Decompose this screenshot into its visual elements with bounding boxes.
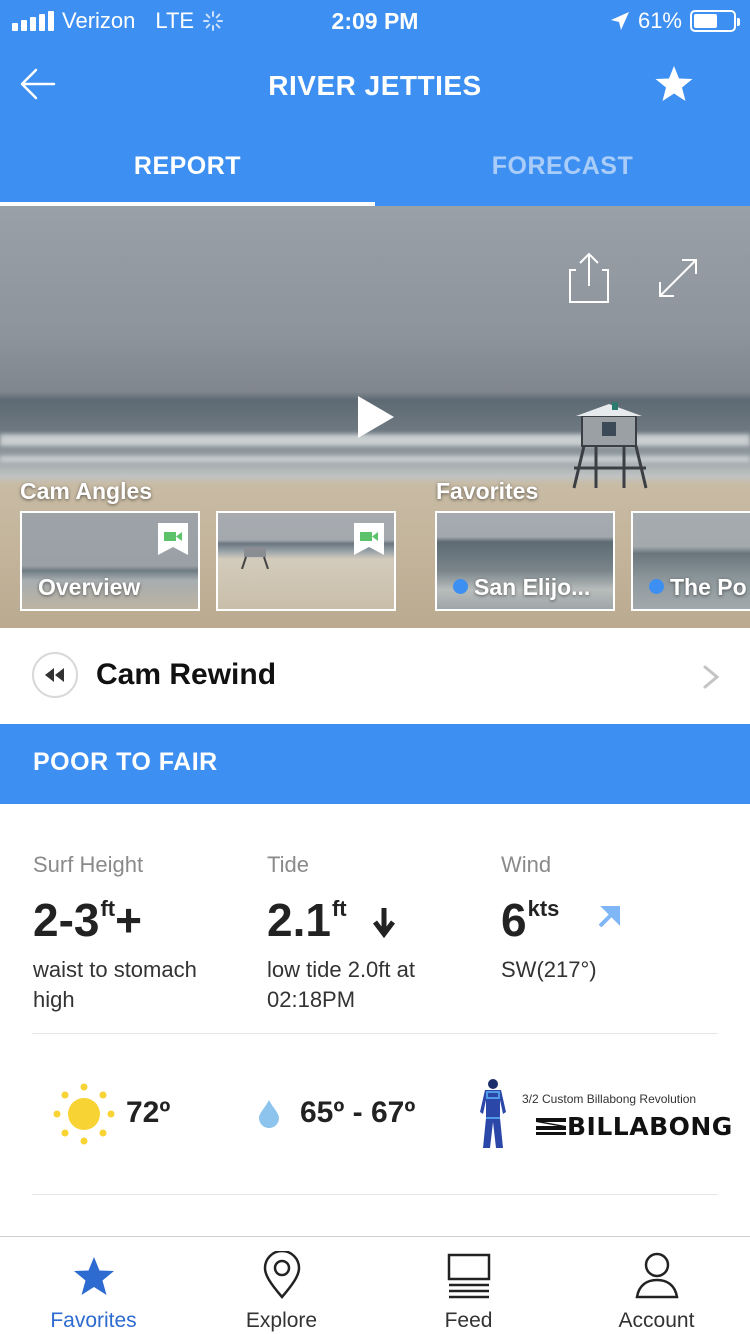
favorite-name-text: The Po bbox=[670, 574, 747, 600]
tabbar-feed[interactable]: Feed bbox=[375, 1237, 562, 1334]
tabbar-explore[interactable]: Explore bbox=[188, 1237, 375, 1334]
favorite-name-text: San Elijo... bbox=[474, 574, 591, 600]
nav-bar: RIVER JETTIES bbox=[0, 56, 750, 116]
divider bbox=[32, 1033, 718, 1034]
tide-unit: ft bbox=[331, 896, 347, 921]
divider bbox=[32, 1194, 718, 1195]
brand-text: BILLABONG bbox=[567, 1112, 733, 1141]
map-pin-icon bbox=[263, 1251, 301, 1299]
wind-stat: Wind 6kts SW(217°) bbox=[501, 852, 731, 985]
user-icon bbox=[635, 1252, 679, 1299]
surf-height-stat: Surf Height 2-3ft+ waist to stomach high bbox=[33, 852, 263, 1015]
surf-height-unit: ft bbox=[100, 896, 116, 921]
cam-angle-thumb-beach[interactable] bbox=[216, 511, 396, 611]
rewind-button[interactable] bbox=[32, 652, 78, 698]
lifeguard-tower bbox=[241, 547, 269, 569]
header: Verizon LTE 2:09 PM 61% RIVER JETTIES RE… bbox=[0, 0, 750, 206]
rewind-icon bbox=[45, 668, 64, 682]
wetsuit-icon[interactable] bbox=[472, 1078, 514, 1150]
surf-height-suffix: + bbox=[115, 894, 143, 946]
wind-unit: kts bbox=[527, 896, 560, 921]
favorite-name: San Elijo... bbox=[453, 574, 590, 601]
wind-desc: SW(217°) bbox=[501, 957, 597, 982]
water-drop-icon bbox=[259, 1100, 279, 1128]
cam-angle-thumb-overview[interactable]: Overview bbox=[20, 511, 200, 611]
favorite-name: The Po bbox=[649, 574, 747, 601]
weather-row: 72º 65º - 67º 3/2 Custom Billabong Revol… bbox=[0, 1036, 750, 1196]
cam-angle-name: Overview bbox=[38, 574, 141, 600]
wind-number: 6 bbox=[501, 894, 527, 946]
favorite-thumb-the-pointe[interactable]: The Po bbox=[631, 511, 750, 611]
favorites-label: Favorites bbox=[436, 478, 539, 504]
star-icon[interactable] bbox=[654, 64, 694, 104]
star-icon bbox=[74, 1257, 114, 1295]
wind-label: Wind bbox=[501, 852, 552, 877]
tide-stat: Tide 2.1ft low tide 2.0ft at 02:18PM bbox=[267, 852, 497, 1015]
battery-icon bbox=[690, 10, 740, 32]
tabbar-account[interactable]: Account bbox=[563, 1237, 750, 1334]
favorite-dot-icon bbox=[649, 579, 664, 594]
page-title: RIVER JETTIES bbox=[268, 70, 482, 101]
surf-height-value: 2-3ft+ bbox=[33, 884, 263, 945]
surf-stats: Surf Height 2-3ft+ waist to stomach high… bbox=[0, 804, 750, 1034]
billabong-mark-icon bbox=[536, 1118, 566, 1135]
camera-icon bbox=[354, 523, 384, 555]
surf-height-number: 2-3 bbox=[33, 894, 100, 946]
arrow-down-icon bbox=[373, 908, 396, 939]
tab-forecast[interactable]: FORECAST bbox=[375, 152, 750, 181]
air-temperature: 72º bbox=[126, 1096, 171, 1129]
tide-label: Tide bbox=[267, 852, 309, 877]
water-temperature: 65º - 67º bbox=[300, 1096, 416, 1129]
wind-arrow-icon bbox=[598, 906, 621, 928]
location-arrow-icon bbox=[610, 12, 629, 30]
condition-banner: POOR TO FAIR bbox=[0, 724, 750, 804]
app-screen: Verizon LTE 2:09 PM 61% RIVER JETTIES RE… bbox=[0, 0, 750, 1334]
surf-height-desc: waist to stomach high bbox=[33, 957, 197, 1012]
camera-icon bbox=[158, 523, 188, 555]
sun-icon bbox=[53, 1083, 115, 1145]
tabbar-favorites[interactable]: Favorites bbox=[0, 1237, 187, 1334]
tabbar-label: Feed bbox=[444, 1309, 493, 1332]
wetsuit-label[interactable]: 3/2 Custom Billabong Revolution bbox=[522, 1092, 696, 1106]
cam-rewind-label: Cam Rewind bbox=[96, 658, 277, 691]
tabs: REPORT FORECAST bbox=[0, 136, 750, 206]
tide-desc: low tide 2.0ft at 02:18PM bbox=[267, 957, 415, 1012]
condition-rating: POOR TO FAIR bbox=[33, 748, 218, 776]
status-right: 61% bbox=[610, 8, 740, 34]
expand-icon[interactable] bbox=[656, 256, 700, 300]
cam-rewind-row[interactable]: Cam Rewind bbox=[0, 628, 750, 724]
battery-percent: 61% bbox=[637, 8, 682, 33]
feed-icon bbox=[447, 1253, 491, 1299]
surf-height-label: Surf Height bbox=[33, 852, 144, 877]
share-icon[interactable] bbox=[568, 252, 610, 304]
wind-value: 6kts bbox=[501, 884, 731, 945]
tabbar-label: Explore bbox=[245, 1309, 318, 1332]
surf-cam-player[interactable]: Cam Angles Favorites Overview San Elijo.… bbox=[0, 206, 750, 628]
favorite-thumb-san-elijo[interactable]: San Elijo... bbox=[435, 511, 615, 611]
tabbar-label: Favorites bbox=[50, 1309, 137, 1332]
chevron-right-icon bbox=[703, 665, 720, 689]
cam-angles-label: Cam Angles bbox=[20, 478, 153, 504]
tide-value: 2.1ft bbox=[267, 884, 497, 945]
tide-number: 2.1 bbox=[267, 894, 331, 946]
status-bar: Verizon LTE 2:09 PM 61% bbox=[0, 0, 750, 42]
tab-report[interactable]: REPORT bbox=[0, 152, 375, 181]
favorite-dot-icon bbox=[453, 579, 468, 594]
play-icon[interactable] bbox=[356, 394, 396, 440]
tabbar-label: Account bbox=[618, 1309, 695, 1332]
bottom-tab-bar: Favorites Explore Feed Account bbox=[0, 1236, 750, 1334]
lifeguard-tower bbox=[572, 402, 648, 489]
billabong-logo[interactable]: BILLABONG bbox=[536, 1112, 733, 1141]
